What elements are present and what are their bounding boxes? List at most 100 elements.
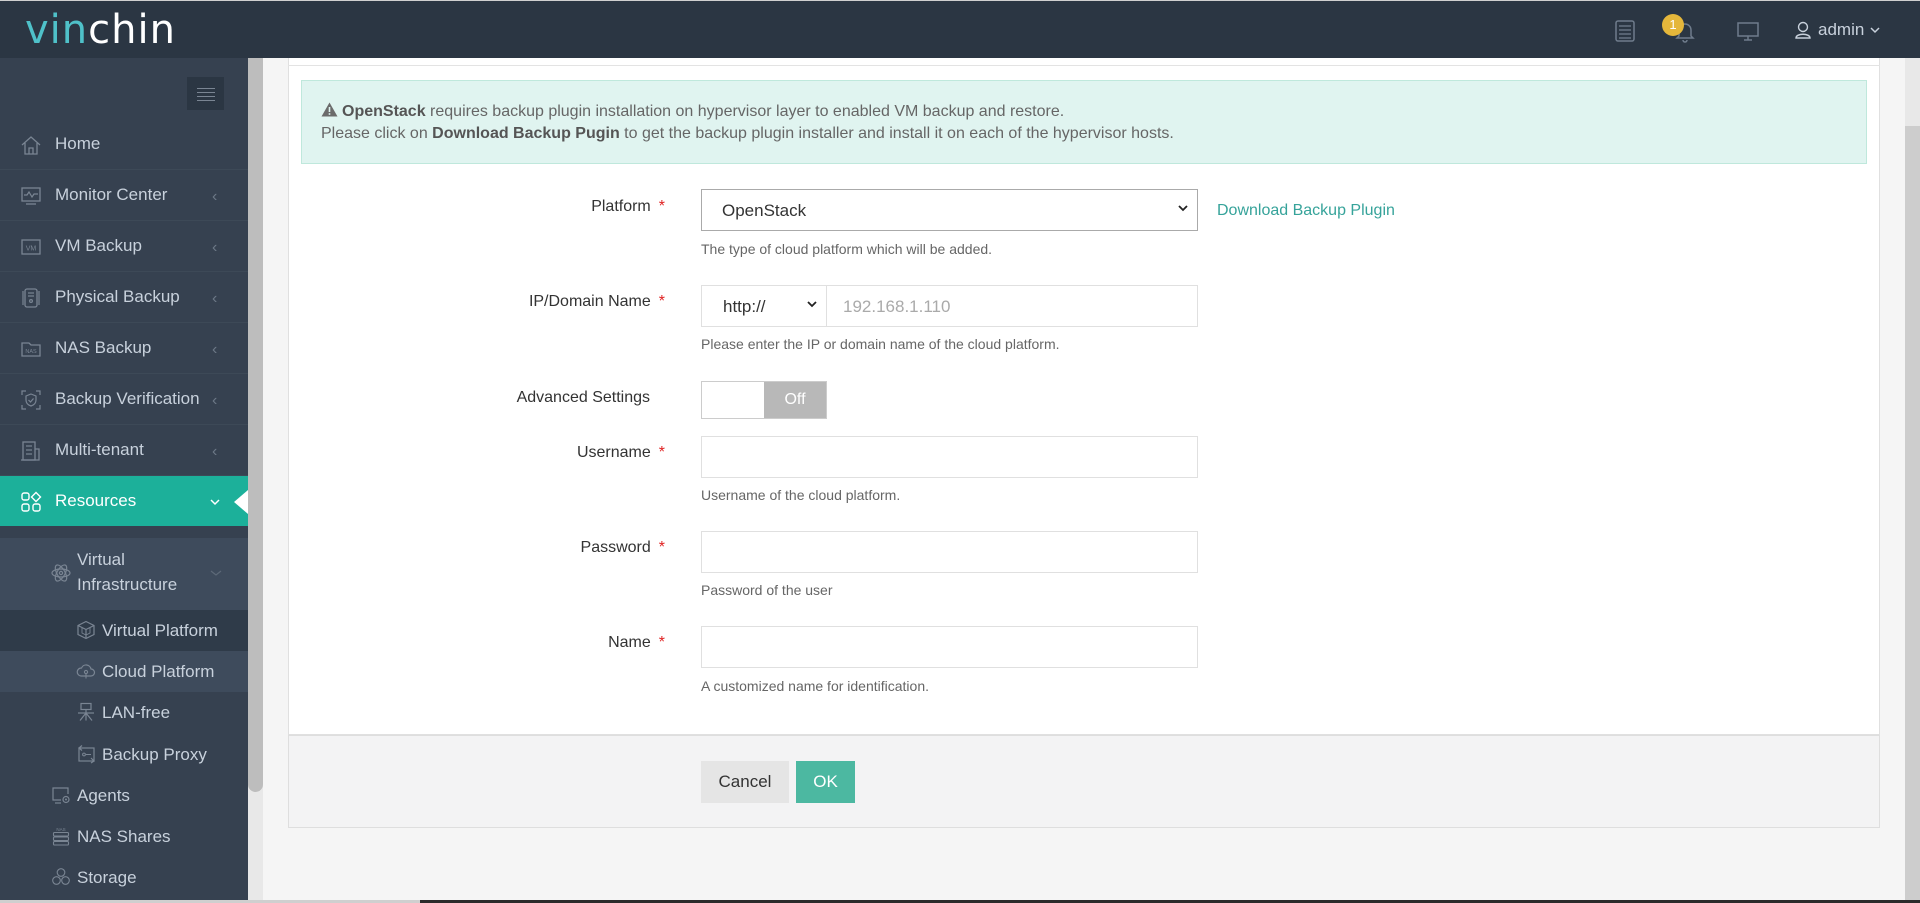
label-text: Password <box>580 539 651 556</box>
ip-help: Please enter the IP or domain name of th… <box>701 336 1060 352</box>
alert-platform-name: OpenStack <box>342 103 426 120</box>
required-mark: * <box>658 293 665 310</box>
user-name: admin <box>1818 20 1865 39</box>
user-menu[interactable]: admin <box>1794 20 1880 40</box>
cube-icon <box>77 620 95 640</box>
home-icon <box>21 136 41 155</box>
page-scrollbar-thumb[interactable] <box>1905 126 1920 903</box>
cloud-icon <box>76 664 96 679</box>
building-icon <box>21 441 40 461</box>
sidebar-item-cloud-platform[interactable]: Cloud Platform <box>0 651 248 692</box>
sidebar-scrollbar-thumb[interactable] <box>248 58 263 792</box>
chevron-left-icon: ‹ <box>212 443 218 460</box>
nas-shares-icon: NAS <box>52 827 70 846</box>
download-backup-plugin-link[interactable]: Download Backup Plugin <box>1217 202 1395 220</box>
alert-line-1: OpenStack requires backup plugin install… <box>321 102 1064 121</box>
advanced-settings-label: Advanced Settings <box>516 389 650 406</box>
required-mark: * <box>658 198 665 215</box>
sidebar-item-physical-backup[interactable]: Physical Backup ‹ <box>0 272 248 323</box>
form-actions-bar <box>288 735 1880 828</box>
sidebar-item-vm-backup[interactable]: VM VM Backup ‹ <box>0 221 248 272</box>
agent-icon <box>52 787 70 804</box>
storage-icon <box>52 868 70 885</box>
svg-text:VM: VM <box>26 246 37 253</box>
username-label: Username * <box>365 444 665 462</box>
chevron-down-icon <box>210 570 222 576</box>
sidebar-item-nas-backup[interactable]: NAS NAS Backup ‹ <box>0 323 248 374</box>
card-divider <box>288 65 1880 66</box>
sidebar-item-multi-tenant[interactable]: Multi-tenant ‹ <box>0 425 248 476</box>
sidebar-item-storage[interactable]: Storage <box>0 857 248 898</box>
user-icon <box>1795 21 1811 39</box>
sidebar-item-label: Home <box>55 134 101 153</box>
sidebar-item-lan-free[interactable]: LAN-free <box>0 692 248 733</box>
required-mark: * <box>658 444 665 461</box>
platform-select[interactable]: OpenStack <box>701 189 1198 231</box>
alert-text: to get the backup plugin installer and i… <box>619 125 1174 142</box>
active-indicator <box>234 490 248 514</box>
sidebar: Home Monitor Center ‹ VM VM Backup ‹ Phy… <box>0 58 248 903</box>
toggle-state: Off <box>764 382 826 418</box>
platform-label: Platform * <box>365 198 665 216</box>
monitor-center-icon <box>21 187 41 205</box>
sidebar-item-monitor-center[interactable]: Monitor Center ‹ <box>0 170 248 221</box>
monitor-icon[interactable] <box>1736 19 1760 43</box>
proxy-icon <box>78 745 95 764</box>
sidebar-item-backup-verification[interactable]: Backup Verification ‹ <box>0 374 248 425</box>
label-text: Name <box>608 634 651 651</box>
grid-icon <box>21 491 42 512</box>
ok-button[interactable]: OK <box>796 761 855 803</box>
sidebar-item-label: VM Backup <box>55 236 142 255</box>
cancel-button[interactable]: Cancel <box>701 761 789 803</box>
logo-part-1: vin <box>25 7 89 53</box>
warning-icon <box>321 102 338 117</box>
sidebar-item-label: Virtual Platform <box>102 621 218 640</box>
vinchin-logo[interactable]: vinchin <box>25 7 176 53</box>
chevron-left-icon: ‹ <box>212 188 218 205</box>
required-mark: * <box>658 634 665 651</box>
svg-text:NAS: NAS <box>56 827 65 832</box>
sidebar-group-virtual-infrastructure[interactable]: Virtual Infrastructure <box>0 538 248 610</box>
sidebar-item-label: Cloud Platform <box>102 662 215 681</box>
ip-domain-input[interactable]: 192.168.1.110 <box>826 285 1198 327</box>
password-input[interactable] <box>701 531 1198 573</box>
advanced-settings-toggle[interactable]: Off <box>701 381 827 419</box>
sidebar-item-label: Physical Backup <box>55 287 180 306</box>
task-list-icon[interactable] <box>1613 19 1637 43</box>
svg-text:NAS: NAS <box>25 349 37 355</box>
platform-selected-value: OpenStack <box>722 201 807 220</box>
sidebar-item-label: LAN-free <box>102 703 171 722</box>
sidebar-item-backup-proxy[interactable]: Backup Proxy <box>0 734 248 775</box>
chevron-down-icon <box>1870 27 1880 34</box>
chevron-down-icon <box>807 301 817 308</box>
chevron-left-icon: ‹ <box>212 341 218 358</box>
username-help: Username of the cloud platform. <box>701 487 901 503</box>
sidebar-item-virtual-platform[interactable]: Virtual Platform <box>0 610 248 651</box>
name-input[interactable] <box>701 626 1198 668</box>
label-text: Username <box>576 444 651 461</box>
protocol-select[interactable]: http:// <box>701 285 827 327</box>
sidebar-group-label: Virtual Infrastructure <box>77 547 177 597</box>
sidebar-item-nas-shares[interactable]: NAS NAS Shares <box>0 816 248 857</box>
chevron-left-icon: ‹ <box>212 239 218 256</box>
label-line-2: Infrastructure <box>77 575 178 594</box>
chevron-left-icon: ‹ <box>212 392 218 409</box>
alert-link-name: Download Backup Pugin <box>432 125 620 142</box>
platform-help: The type of cloud platform which will be… <box>701 241 993 257</box>
alert-text: requires backup plugin installation on h… <box>425 103 1065 120</box>
chevron-down-icon <box>1178 205 1188 212</box>
top-bar: vinchin 1 admin <box>0 0 1920 58</box>
physical-server-icon <box>22 288 40 308</box>
plugin-alert: OpenStack requires backup plugin install… <box>301 80 1867 164</box>
sidebar-item-resources[interactable]: Resources <box>0 476 248 526</box>
atom-icon <box>51 564 71 582</box>
sidebar-item-label: Agents <box>77 786 130 805</box>
username-input[interactable] <box>701 436 1198 478</box>
sidebar-item-home[interactable]: Home <box>0 119 248 170</box>
sidebar-item-label: NAS Backup <box>55 338 152 357</box>
alert-text: Please click on <box>321 125 433 142</box>
label-text: IP/Domain Name <box>528 293 651 310</box>
sidebar-toggle-button[interactable] <box>187 77 224 110</box>
ip-label: IP/Domain Name * <box>365 293 665 311</box>
sidebar-item-agents[interactable]: Agents <box>0 775 248 816</box>
